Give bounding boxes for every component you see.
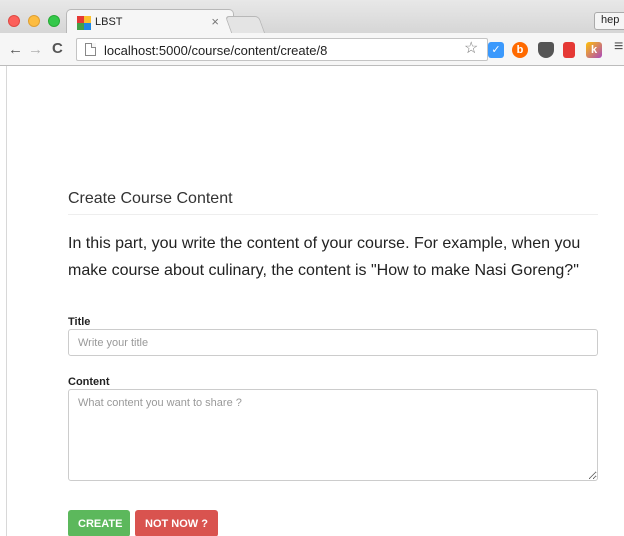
address-bar[interactable]: localhost:5000/course/content/create/8 [76,38,488,61]
pocket-icon[interactable] [538,42,554,58]
bookmark-star-icon[interactable]: ☆ [464,38,478,58]
content-textarea[interactable] [68,389,598,481]
extension-k-icon[interactable]: k [586,42,602,58]
reload-icon[interactable]: C [52,40,63,57]
title-input[interactable] [68,329,598,356]
intro-text: In this part, you write the content of y… [68,235,581,279]
browser-titlebar: LBST × hep [0,0,624,34]
create-button[interactable]: CREATE [68,510,130,536]
page-icon [85,43,96,56]
window-left-edge [0,66,7,536]
back-arrow-icon[interactable]: ← [8,41,23,58]
tab-close-icon[interactable]: × [211,14,219,29]
extension-b-icon[interactable]: b [512,42,528,58]
not-now-button[interactable]: NOT NOW ? [135,510,218,536]
browser-toolbar: ← → C localhost:5000/course/content/crea… [0,33,624,66]
window-minimize-button[interactable] [28,15,40,27]
flag-icon[interactable] [563,42,575,58]
window-close-button[interactable] [8,15,20,27]
menu-icon[interactable]: ≡ [614,38,623,56]
title-label: Title [68,316,91,328]
extension-check-icon[interactable]: ✓ [488,42,504,58]
window-maximize-button[interactable] [48,15,60,27]
favicon-icon [77,16,91,30]
content-label: Content [68,376,110,388]
new-tab-button[interactable] [224,16,266,33]
tab-title: LBST [95,16,123,28]
page-title: Create Course Content [68,190,598,215]
profile-button[interactable]: hep [594,12,624,30]
forward-arrow-icon[interactable]: → [28,41,43,58]
browser-tab[interactable]: LBST × [66,9,234,34]
address-bar-url: localhost:5000/course/content/create/8 [104,43,328,58]
